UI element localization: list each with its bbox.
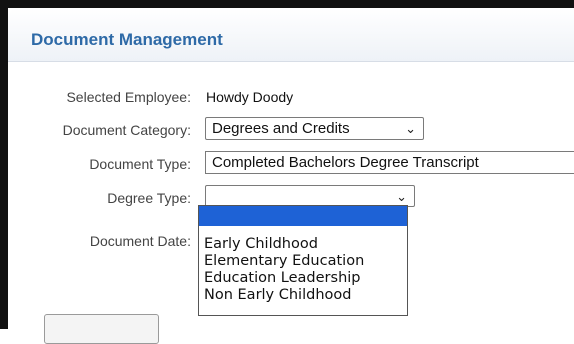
degree-type-option-elementary-education[interactable]: Elementary Education: [199, 253, 407, 270]
document-type-value: Completed Bachelors Degree Transcript: [212, 154, 479, 171]
degree-type-select[interactable]: ⌄: [205, 185, 415, 207]
selected-employee-label: Selected Employee:: [66, 89, 191, 105]
document-date-label: Document Date:: [89, 233, 191, 249]
document-type-field[interactable]: Completed Bachelors Degree Transcript: [205, 151, 574, 174]
degree-type-option-education-leadership[interactable]: Education Leadership: [199, 270, 407, 287]
chevron-down-icon: ⌄: [396, 189, 407, 204]
chevron-down-icon: ⌄: [405, 121, 416, 136]
selected-employee-value: Howdy Doody: [206, 89, 294, 105]
document-category-select[interactable]: Degrees and Credits ⌄: [205, 117, 424, 140]
window: Document Management Selected Employee: H…: [0, 0, 574, 344]
document-category-label: Document Category:: [62, 122, 191, 138]
degree-type-dropdown-list: Early Childhood Elementary Education Edu…: [198, 205, 408, 316]
window-border-left: [0, 0, 8, 329]
panel-title: Document Management: [31, 30, 223, 49]
degree-type-option-non-early-childhood[interactable]: Non Early Childhood: [199, 287, 407, 304]
degree-type-option-early-childhood[interactable]: Early Childhood: [199, 236, 407, 253]
degree-type-option-blank[interactable]: [199, 206, 407, 226]
document-category-selected-value: Degrees and Credits: [212, 120, 350, 137]
action-button[interactable]: [44, 314, 159, 344]
document-type-label: Document Type:: [89, 156, 191, 172]
degree-type-label: Degree Type:: [107, 190, 191, 206]
window-border-top: [0, 0, 574, 8]
panel-header: Document Management: [8, 8, 574, 62]
